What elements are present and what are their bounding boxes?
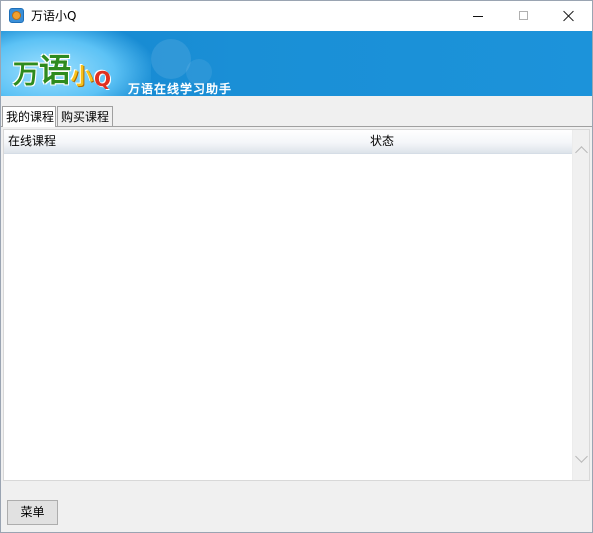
logo-char: 万 bbox=[13, 60, 40, 90]
close-button[interactable] bbox=[546, 1, 592, 31]
logo-char: 语 bbox=[39, 51, 72, 89]
list-header: 在线课程 状态 bbox=[4, 130, 572, 154]
vertical-scrollbar[interactable] bbox=[572, 130, 589, 480]
main-window: 万语小Q 万语小Q 万语在线学习助手 我的课程 购买课程 在线课程 状态 菜单 bbox=[0, 0, 593, 533]
app-icon bbox=[9, 8, 24, 23]
minimize-button[interactable] bbox=[455, 1, 501, 31]
app-banner: 万语小Q 万语在线学习助手 bbox=[1, 31, 592, 96]
logo-char: Q bbox=[94, 67, 112, 91]
scroll-down-icon[interactable] bbox=[575, 450, 588, 463]
tab-strip: 我的课程 购买课程 bbox=[1, 106, 592, 127]
close-icon bbox=[563, 10, 575, 22]
banner-slogan: 万语在线学习助手 bbox=[128, 82, 233, 96]
title-bar[interactable]: 万语小Q bbox=[1, 1, 592, 31]
menu-button[interactable]: 菜单 bbox=[7, 500, 58, 525]
logo-char: 小 bbox=[71, 65, 94, 90]
tab-buy-courses[interactable]: 购买课程 bbox=[57, 106, 113, 126]
window-title: 万语小Q bbox=[31, 9, 77, 23]
column-header-online-course[interactable]: 在线课程 bbox=[8, 133, 56, 149]
column-header-status[interactable]: 状态 bbox=[370, 133, 394, 149]
tab-my-courses[interactable]: 我的课程 bbox=[2, 106, 56, 127]
scroll-up-icon[interactable] bbox=[575, 146, 588, 159]
course-list[interactable]: 在线课程 状态 bbox=[3, 129, 590, 481]
app-logo: 万语小Q bbox=[13, 45, 111, 91]
minimize-icon bbox=[473, 16, 483, 17]
maximize-button[interactable] bbox=[501, 1, 547, 31]
maximize-icon bbox=[519, 11, 528, 20]
